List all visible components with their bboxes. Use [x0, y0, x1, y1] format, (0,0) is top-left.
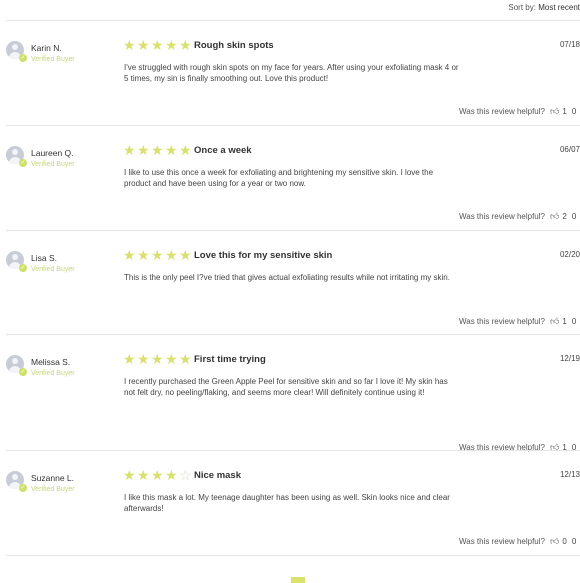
star-filled-icon: ★: [179, 142, 192, 158]
helpful-row: Was this review helpful? 👍︎ 0 0: [459, 536, 576, 547]
star-filled-icon: ★: [137, 37, 150, 53]
star-empty-icon: ☆: [179, 467, 192, 483]
verified-buyer-label: Verified Buyer: [31, 266, 75, 273]
star-filled-icon: ★: [165, 351, 178, 367]
rating-stars: ★ ★ ★ ★ ★: [123, 38, 192, 52]
star-filled-icon: ★: [137, 142, 150, 158]
helpful-up-count: 1: [562, 317, 567, 326]
helpful-up-count: 1: [562, 107, 567, 116]
review-date: 02/20: [559, 250, 580, 259]
verified-check-icon: ✓: [19, 484, 27, 492]
star-filled-icon: ★: [179, 351, 192, 367]
star-filled-icon: ★: [123, 247, 136, 263]
star-filled-icon: ★: [123, 37, 136, 53]
star-filled-icon: ★: [151, 142, 164, 158]
reviewer-name: Melissa S.: [31, 357, 71, 367]
star-filled-icon: ★: [137, 247, 150, 263]
review-title: Love this for my sensitive skin: [194, 250, 333, 261]
rating-stars: ★ ★ ★ ★ ★: [123, 248, 192, 262]
reviewer-name: Karin N.: [31, 43, 62, 53]
review-item: ✓ Lisa S. Verified Buyer ★ ★ ★ ★ ★ Love this…: [0, 230, 580, 335]
helpful-label: Was this review helpful?: [459, 317, 545, 326]
star-filled-icon: ★: [151, 351, 164, 367]
rating-stars: ★ ★ ★ ★ ★: [123, 143, 192, 157]
review-item: ✓ Karin N. Verified Buyer ★ ★ ★ ★ ★ Rough sk…: [0, 20, 580, 126]
rating-stars: ★ ★ ★ ★ ★: [123, 352, 192, 366]
helpful-up-count: 2: [562, 212, 567, 221]
helpful-row: Was this review helpful? 👍︎ 1 0: [459, 106, 576, 117]
review-title: Rough skin spots: [194, 40, 274, 51]
star-filled-icon: ★: [165, 37, 178, 53]
review-body: I like to use this once a week for exfol…: [124, 168, 434, 188]
helpful-label: Was this review helpful?: [459, 212, 545, 221]
review-title: Nice mask: [194, 470, 242, 481]
verified-buyer-label: Verified Buyer: [31, 370, 75, 377]
star-filled-icon: ★: [151, 247, 164, 263]
star-filled-icon: ★: [151, 37, 164, 53]
thumbs-up-icon[interactable]: 👍︎: [550, 211, 559, 222]
helpful-down-count: 0: [571, 537, 577, 546]
thumbs-up-icon[interactable]: 👍︎: [550, 106, 559, 117]
helpful-down-count: 0: [571, 212, 577, 221]
reviewer-name: Lisa S.: [31, 253, 57, 263]
helpful-label: Was this review helpful?: [459, 537, 545, 546]
star-filled-icon: ★: [137, 351, 150, 367]
star-filled-icon: ★: [123, 142, 136, 158]
review-date: 07/18: [559, 40, 580, 49]
review-body: I recently purchased the Green Apple Pee…: [124, 377, 448, 397]
review-title: Once a week: [194, 145, 252, 156]
pagination-indicator[interactable]: [291, 577, 305, 583]
review-date: 12/13: [559, 470, 580, 479]
review-body: I like this mask a lot. My teenage daugh…: [124, 493, 450, 513]
helpful-down-count: 0: [571, 107, 577, 116]
reviewer-name: Suzanne L.: [31, 473, 75, 483]
review-date: 12/19: [559, 354, 580, 363]
helpful-down-count: 0: [571, 317, 577, 326]
review-title: First time trying: [194, 354, 266, 365]
sort-value[interactable]: Most recent: [538, 3, 580, 12]
review-body: This is the only peel I?ve tried that gi…: [124, 273, 450, 282]
star-filled-icon: ★: [179, 247, 192, 263]
divider: [6, 555, 580, 556]
star-filled-icon: ★: [165, 142, 178, 158]
star-filled-icon: ★: [137, 467, 150, 483]
review-item: ✓ Laureen Q. Verified Buyer ★ ★ ★ ★ ★ Once a…: [0, 125, 580, 231]
review-item: ✓ Melissa S. Verified Buyer ★ ★ ★ ★ ★ First …: [0, 334, 580, 452]
star-filled-icon: ★: [179, 37, 192, 53]
review-body: I've struggled with rough skin spots on …: [124, 63, 459, 83]
helpful-up-count: 0: [562, 537, 567, 546]
verified-check-icon: ✓: [19, 264, 27, 272]
helpful-row: Was this review helpful? 👍︎ 1 0: [459, 316, 576, 327]
star-filled-icon: ★: [165, 467, 178, 483]
star-filled-icon: ★: [151, 467, 164, 483]
verified-check-icon: ✓: [19, 159, 27, 167]
sort-label: Sort by:: [508, 3, 536, 12]
review-date: 06/07: [559, 145, 580, 154]
helpful-label: Was this review helpful?: [459, 107, 545, 116]
star-filled-icon: ★: [165, 247, 178, 263]
verified-buyer-label: Verified Buyer: [31, 56, 75, 63]
verified-check-icon: ✓: [19, 54, 27, 62]
thumbs-up-icon[interactable]: 👍︎: [550, 536, 559, 547]
star-filled-icon: ★: [123, 467, 136, 483]
rating-stars: ★ ★ ★ ★ ☆: [123, 468, 192, 482]
star-filled-icon: ★: [123, 351, 136, 367]
verified-check-icon: ✓: [19, 368, 27, 376]
verified-buyer-label: Verified Buyer: [31, 486, 75, 493]
review-item: ✓ Suzanne L. Verified Buyer ★ ★ ★ ★ ☆ Nice m…: [0, 450, 580, 556]
thumbs-up-icon[interactable]: 👍︎: [550, 316, 559, 327]
sort-control[interactable]: Sort by: Most recent: [508, 3, 580, 12]
reviewer-name: Laureen Q.: [31, 148, 74, 158]
verified-buyer-label: Verified Buyer: [31, 161, 75, 168]
helpful-row: Was this review helpful? 👍︎ 2 0: [459, 211, 576, 222]
